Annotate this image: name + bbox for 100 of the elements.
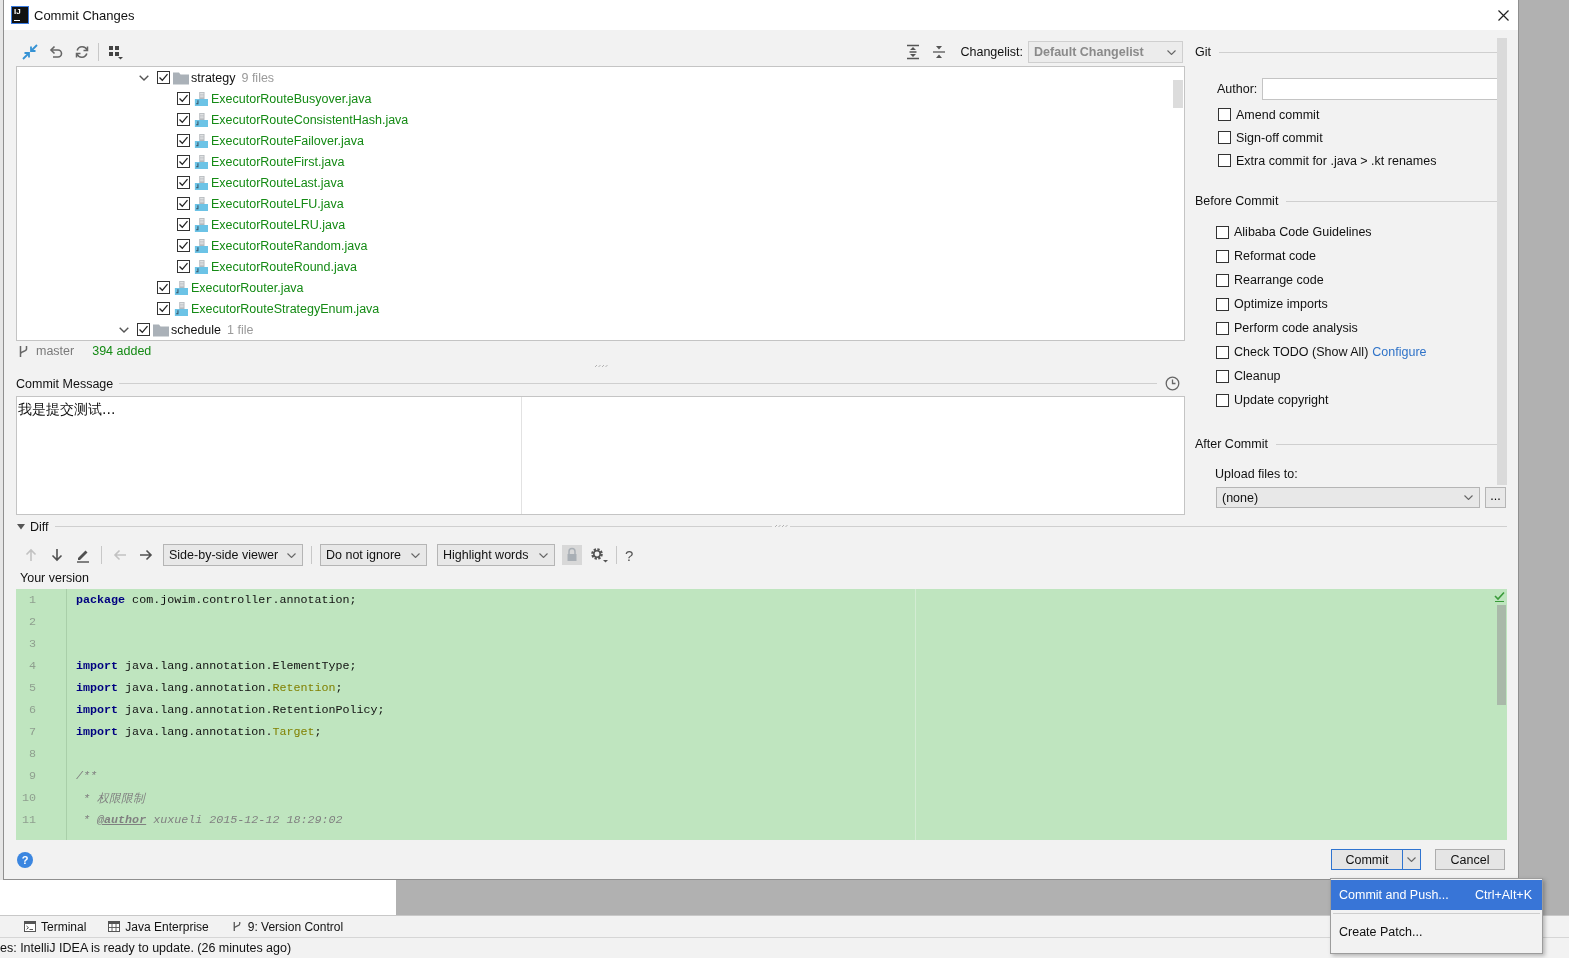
checkbox-label[interactable]: Extra commit for .java > .kt renames (1236, 153, 1437, 168)
checkbox[interactable] (1216, 369, 1229, 383)
java-file-icon (173, 280, 189, 295)
line-number: 11 (20, 813, 36, 827)
file-count: 9 files (241, 70, 275, 85)
file-name[interactable]: ExecutorRouteLRU.java (211, 217, 346, 232)
triangle-icon[interactable] (17, 523, 25, 530)
arrow-down-icon[interactable] (49, 547, 65, 563)
java-file-icon (193, 238, 209, 253)
upload-target-dropdown[interactable]: (none) (1216, 487, 1480, 508)
tool-window-button[interactable]: Terminal (24, 919, 87, 934)
checkbox[interactable] (1216, 297, 1229, 311)
checkbox[interactable] (1216, 321, 1229, 335)
collapse-all-icon[interactable] (931, 44, 948, 60)
tool-window-button[interactable]: Java Enterprise (108, 919, 209, 934)
java-file-icon (193, 154, 209, 169)
checkbox[interactable] (177, 218, 190, 231)
checkbox[interactable] (177, 260, 190, 273)
file-name[interactable]: ExecutorRouteConsistentHash.java (211, 112, 409, 127)
folder-name[interactable]: schedule (171, 322, 222, 337)
checkbox[interactable] (1216, 345, 1229, 359)
scrollbar-thumb[interactable] (1497, 38, 1507, 485)
file-name[interactable]: ExecutorRouteFailover.java (211, 133, 364, 148)
viewer-dropdown[interactable]: Side-by-side viewer (163, 544, 303, 566)
tool-window-button[interactable]: 9: Version Control (230, 919, 344, 934)
file-name[interactable]: ExecutorRouteBusyover.java (211, 91, 372, 106)
window-title: Commit Changes (34, 7, 135, 23)
splitter-handle[interactable] (593, 364, 608, 368)
java-file-icon (193, 217, 209, 232)
file-name[interactable]: ExecutorRouteFirst.java (211, 154, 345, 169)
diagonal-arrows-icon[interactable] (22, 44, 38, 60)
file-name[interactable]: ExecutorRouteRandom.java (211, 238, 368, 253)
checkbox-label[interactable]: Update copyright (1234, 393, 1329, 407)
checkbox-label[interactable]: Amend commit (1236, 107, 1320, 122)
checkbox[interactable] (177, 176, 190, 189)
checkbox[interactable] (137, 323, 150, 336)
checkbox[interactable] (1218, 131, 1231, 144)
grid-icon[interactable] (107, 44, 123, 60)
highlight-dropdown[interactable]: Highlight words (437, 544, 555, 566)
scrollbar-thumb[interactable] (1173, 80, 1183, 108)
gear-icon[interactable] (590, 547, 608, 563)
file-name[interactable]: ExecutorRouteRound.java (211, 259, 357, 274)
commit-options-button[interactable] (1402, 849, 1421, 870)
branch-name: master (36, 344, 75, 358)
folder-name[interactable]: strategy (191, 70, 236, 85)
checkbox[interactable] (1218, 108, 1231, 121)
checkbox[interactable] (1216, 393, 1229, 407)
version-label: Your version (20, 571, 90, 585)
refresh-icon[interactable] (74, 44, 90, 60)
checkbox[interactable] (177, 92, 190, 105)
folder-icon (153, 322, 169, 337)
splitter-handle[interactable] (773, 525, 788, 528)
ignore-dropdown[interactable]: Do not ignore (320, 544, 427, 566)
java-file-icon (193, 259, 209, 274)
checkbox-label[interactable]: Alibaba Code Guidelines (1234, 225, 1372, 239)
line-number: 1 (28, 593, 36, 607)
file-name[interactable]: ExecutorRouter.java (191, 280, 304, 295)
chevron-icon[interactable] (139, 74, 149, 81)
chevron-icon[interactable] (119, 326, 129, 333)
branch-icon (18, 344, 29, 358)
checkbox-label[interactable]: Check TODO (Show All) (1234, 345, 1369, 359)
file-name[interactable]: ExecutorRouteLFU.java (211, 196, 344, 211)
clock-icon[interactable] (1165, 376, 1180, 391)
browse-button[interactable]: ... (1485, 487, 1506, 508)
checkbox[interactable] (177, 239, 190, 252)
file-name[interactable]: ExecutorRouteStrategyEnum.java (191, 301, 380, 316)
checkbox-label[interactable]: Optimize imports (1234, 297, 1328, 311)
checkbox[interactable] (177, 197, 190, 210)
scrollbar-thumb[interactable] (1497, 605, 1506, 705)
line-number: 5 (28, 681, 36, 695)
configure-link[interactable]: Configure (1372, 345, 1427, 359)
checkbox[interactable] (177, 113, 190, 126)
checkbox[interactable] (1216, 225, 1229, 239)
checkbox-label[interactable]: Reformat code (1234, 249, 1316, 263)
commit-button[interactable]: Commit (1331, 849, 1403, 870)
checkbox-label[interactable]: Perform code analysis (1234, 321, 1358, 335)
checkbox[interactable] (1216, 249, 1229, 263)
checkbox[interactable] (177, 134, 190, 147)
file-name[interactable]: ExecutorRouteLast.java (211, 175, 344, 190)
cancel-button[interactable]: Cancel (1435, 849, 1505, 870)
checkbox[interactable] (1216, 273, 1229, 287)
checkbox[interactable] (177, 155, 190, 168)
checkbox[interactable] (1218, 154, 1231, 167)
checkbox[interactable] (157, 71, 170, 84)
undo-icon[interactable] (48, 44, 64, 60)
help-button[interactable]: ? (17, 851, 33, 868)
help-button[interactable]: ? (625, 546, 634, 564)
menu-item[interactable]: Commit and Push... Ctrl+Alt+K (1331, 880, 1542, 910)
menu-item[interactable]: Create Patch... (1331, 917, 1542, 947)
commit-message-field[interactable]: 我是提交测试... (16, 396, 1185, 515)
checkbox[interactable] (157, 302, 170, 315)
checkbox-label[interactable]: Cleanup (1234, 369, 1281, 383)
checkbox[interactable] (157, 281, 170, 294)
close-icon[interactable] (1498, 9, 1509, 21)
arrow-right-icon[interactable] (138, 547, 154, 563)
checkbox-label[interactable]: Sign-off commit (1236, 130, 1323, 145)
checkbox-label[interactable]: Rearrange code (1234, 273, 1324, 287)
expand-all-icon[interactable] (905, 44, 922, 60)
code-line: import java.lang.annotation.RetentionPolicy; (76, 703, 385, 717)
line-number: 9 (28, 769, 36, 783)
